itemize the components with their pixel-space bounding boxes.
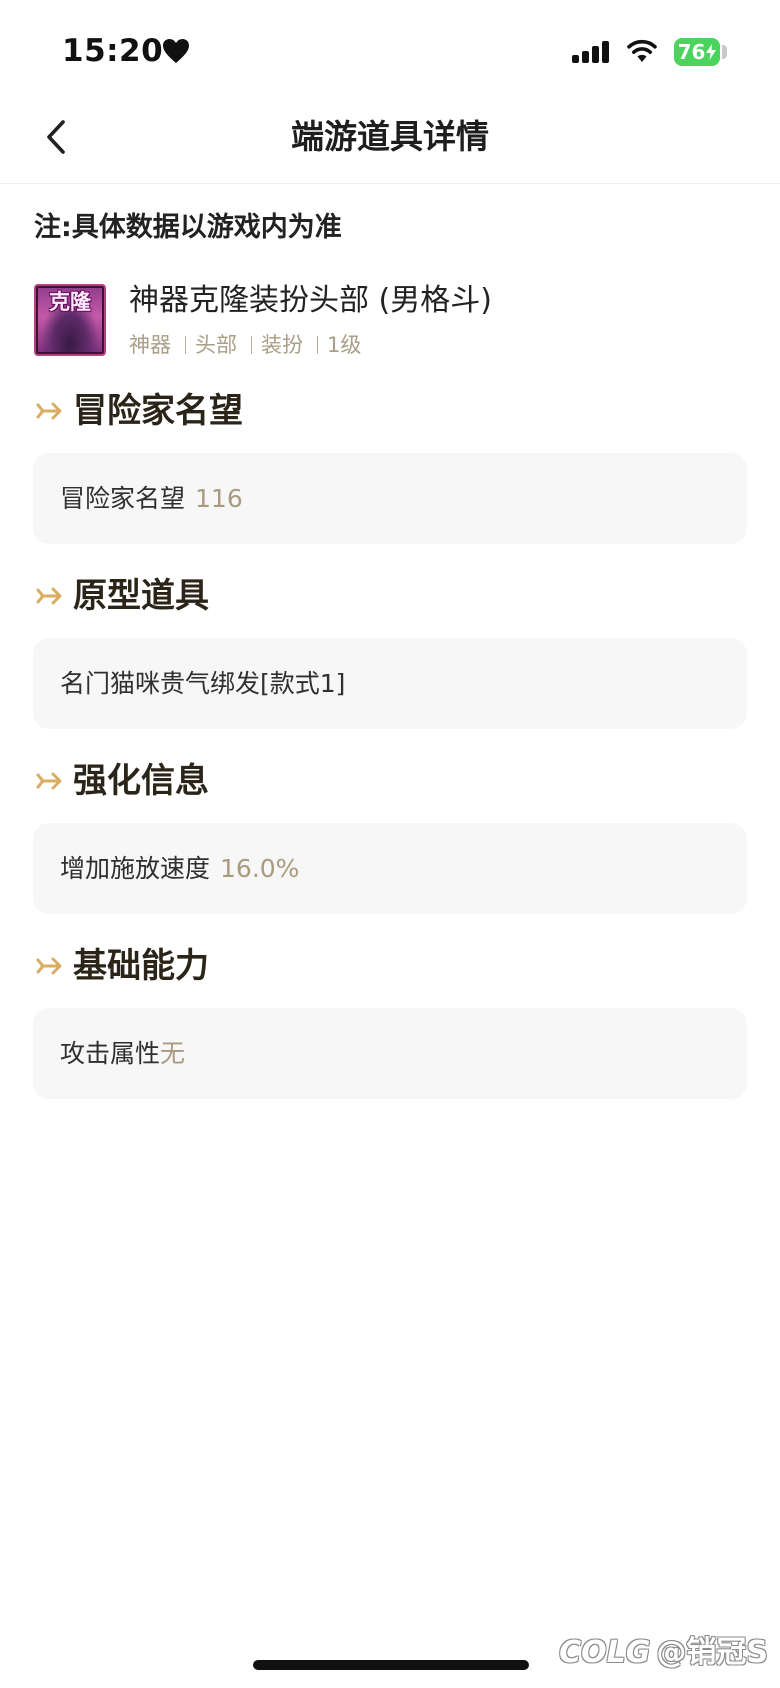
signal-icon [572,41,609,63]
item-tags: 神器 头部 装扮 1级 [129,332,361,358]
row-label: 名门猫咪贵气绑发[款式1] [60,668,346,698]
item-tag: 神器 [129,333,171,357]
section-title: 冒险家名望 [73,391,243,431]
home-indicator[interactable] [253,1660,529,1670]
item-tag: 装扮 [261,333,303,357]
row-label: 冒险家名望 [60,483,186,513]
info-card-enhancement: 增加施放速度 16.0% [33,823,747,914]
item-icon-label: 克隆 [49,290,91,314]
arrow-right-icon [36,957,62,975]
section-header-reputation: 冒险家名望 [36,389,243,433]
disclaimer-note: 注:具体数据以游戏内为准 [34,212,342,243]
bolt-icon [706,44,717,60]
item-name: 神器克隆装扮头部 (男格斗) [129,283,492,318]
arrow-right-icon [36,587,62,605]
chevron-left-icon [47,120,65,154]
row-label: 攻击属性 [60,1038,161,1068]
row-value: 116 [195,483,243,513]
watermark-handle: @销冠S [656,1635,768,1670]
row-value: 16.0% [220,853,300,883]
info-card-prototype: 名门猫咪贵气绑发[款式1] [33,638,747,729]
status-time: 15:20 [62,33,164,69]
row-value: 无 [160,1038,186,1068]
arrow-right-icon [36,772,62,790]
section-title: 原型道具 [73,576,209,616]
battery-cap [722,45,727,59]
tag-separator [317,336,318,354]
arrow-right-icon [36,402,62,420]
section-title: 基础能力 [73,946,209,986]
item-icon: 克隆 [34,284,106,356]
watermark: COLG @销冠S [559,1634,768,1672]
info-card-base-stats: 攻击属性 无 [33,1008,747,1099]
page-title: 端游道具详情 [291,117,489,156]
back-button[interactable] [34,112,78,162]
section-header-prototype: 原型道具 [36,574,209,618]
battery-level: 76 [674,38,720,66]
watermark-brand: COLG [559,1635,651,1670]
wifi-icon [627,39,657,62]
heart-icon [163,39,189,63]
battery-icon: 76 [674,38,730,66]
section-header-base-stats: 基础能力 [36,944,209,988]
section-header-enhancement: 强化信息 [36,759,209,803]
nav-divider [0,183,780,184]
row-label: 增加施放速度 [60,853,211,883]
battery-percent: 76 [677,40,706,64]
tag-separator [251,336,252,354]
item-tag: 1级 [327,333,362,357]
tag-separator [185,336,186,354]
item-tag: 头部 [195,333,237,357]
section-title: 强化信息 [73,761,209,801]
info-card-reputation: 冒险家名望 116 [33,453,747,544]
